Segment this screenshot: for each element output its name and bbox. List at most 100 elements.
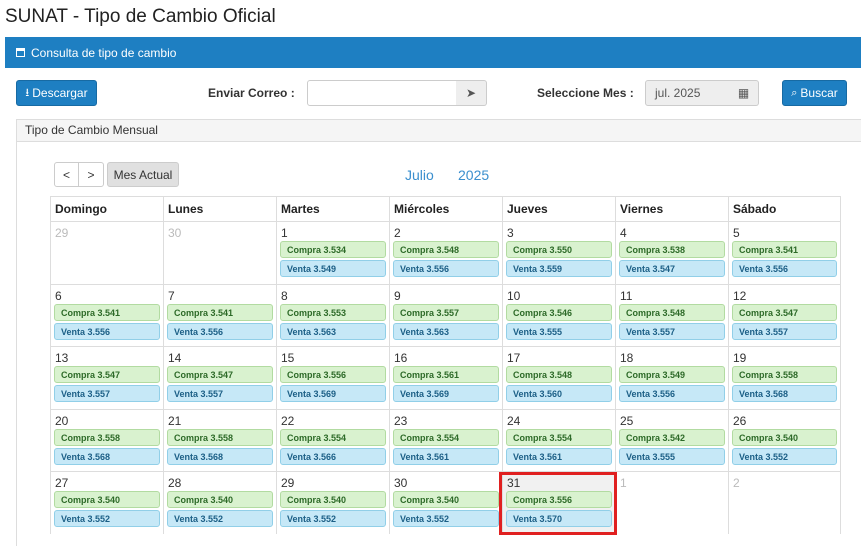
calendar-day-cell[interactable]: 9 Compra 3.557 Venta 3.563 [389,283,502,346]
calendar-day-cell[interactable]: 13 Compra 3.547 Venta 3.557 [50,346,163,409]
venta-rate-badge[interactable]: Venta 3.568 [167,447,273,465]
compra-rate-badge[interactable]: Compra 3.556 [506,491,612,508]
venta-rate-badge[interactable]: Venta 3.569 [393,385,499,402]
venta-rate-badge[interactable]: Venta 3.563 [393,322,499,340]
compra-rate-badge[interactable]: Compra 3.548 [393,241,499,258]
calendar-day-cell[interactable]: 10 Compra 3.546 Venta 3.555 [502,283,615,346]
venta-rate-badge[interactable]: Venta 3.569 [280,385,386,402]
compra-rate-badge[interactable]: Compra 3.553 [280,303,386,321]
calendar-day-cell[interactable]: 12 Compra 3.547 Venta 3.557 [728,283,841,346]
compra-rate-badge[interactable]: Compra 3.540 [393,491,499,508]
compra-rate-badge[interactable]: Compra 3.540 [167,491,273,508]
calendar-day-cell[interactable]: 16 Compra 3.561 Venta 3.569 [389,346,502,409]
compra-rate-badge[interactable]: Compra 3.540 [54,491,160,508]
compra-rate-badge[interactable]: Compra 3.538 [619,241,725,258]
compra-rate-badge[interactable]: Compra 3.557 [393,303,499,321]
venta-rate-badge[interactable]: Venta 3.556 [732,260,837,277]
calendar-day-cell[interactable]: 23 Compra 3.554 Venta 3.561 [389,408,502,471]
calendar-day-cell[interactable]: 1 [615,471,728,534]
compra-rate-badge[interactable]: Compra 3.547 [54,366,160,383]
venta-rate-badge[interactable]: Venta 3.556 [619,385,725,402]
prev-month-button[interactable]: < [54,162,79,187]
compra-rate-badge[interactable]: Compra 3.556 [280,366,386,383]
compra-rate-badge[interactable]: Compra 3.541 [54,303,160,321]
compra-rate-badge[interactable]: Compra 3.548 [619,303,725,321]
calendar-day-cell[interactable]: 15 Compra 3.556 Venta 3.569 [276,346,389,409]
compra-rate-badge[interactable]: Compra 3.547 [167,366,273,383]
venta-rate-badge[interactable]: Venta 3.549 [280,260,386,277]
venta-rate-badge[interactable]: Venta 3.561 [506,447,612,465]
compra-rate-badge[interactable]: Compra 3.561 [393,366,499,383]
month-picker-button[interactable]: ▦ [729,80,759,106]
calendar-day-cell[interactable]: 21 Compra 3.558 Venta 3.568 [163,408,276,471]
compra-rate-badge[interactable]: Compra 3.558 [167,428,273,446]
compra-rate-badge[interactable]: Compra 3.542 [619,428,725,446]
venta-rate-badge[interactable]: Venta 3.556 [393,260,499,277]
calendar-day-cell[interactable]: 29 Compra 3.540 Venta 3.552 [276,471,389,534]
calendar-day-cell[interactable]: 19 Compra 3.558 Venta 3.568 [728,346,841,409]
venta-rate-badge[interactable]: Venta 3.552 [280,510,386,527]
calendar-day-cell[interactable]: 30 Compra 3.540 Venta 3.552 [389,471,502,534]
next-month-button[interactable]: > [78,162,104,187]
venta-rate-badge[interactable]: Venta 3.557 [54,385,160,402]
calendar-day-cell[interactable]: 5 Compra 3.541 Venta 3.556 [728,221,841,284]
calendar-day-cell[interactable]: 28 Compra 3.540 Venta 3.552 [163,471,276,534]
venta-rate-badge[interactable]: Venta 3.568 [732,385,837,402]
compra-rate-badge[interactable]: Compra 3.550 [506,241,612,258]
calendar-day-cell[interactable]: 22 Compra 3.554 Venta 3.566 [276,408,389,471]
venta-rate-badge[interactable]: Venta 3.547 [619,260,725,277]
venta-rate-badge[interactable]: Venta 3.557 [619,322,725,340]
venta-rate-badge[interactable]: Venta 3.570 [506,510,612,527]
compra-rate-badge[interactable]: Compra 3.541 [167,303,273,321]
download-button[interactable]: ⭳ Descargar [16,80,97,106]
venta-rate-badge[interactable]: Venta 3.556 [167,322,273,340]
compra-rate-badge[interactable]: Compra 3.549 [619,366,725,383]
compra-rate-badge[interactable]: Compra 3.541 [732,241,837,258]
compra-rate-badge[interactable]: Compra 3.540 [280,491,386,508]
venta-rate-badge[interactable]: Venta 3.556 [54,322,160,340]
compra-rate-badge[interactable]: Compra 3.558 [54,428,160,446]
venta-rate-badge[interactable]: Venta 3.555 [619,447,725,465]
venta-rate-badge[interactable]: Venta 3.557 [732,322,837,340]
venta-rate-badge[interactable]: Venta 3.555 [506,322,612,340]
calendar-day-cell[interactable]: 1 Compra 3.534 Venta 3.549 [276,221,389,284]
calendar-day-cell[interactable]: 30 [163,221,276,284]
venta-rate-badge[interactable]: Venta 3.561 [393,447,499,465]
calendar-day-cell[interactable]: 6 Compra 3.541 Venta 3.556 [50,283,163,346]
venta-rate-badge[interactable]: Venta 3.552 [167,510,273,527]
calendar-day-cell[interactable]: 25 Compra 3.542 Venta 3.555 [615,408,728,471]
calendar-day-cell[interactable]: 18 Compra 3.549 Venta 3.556 [615,346,728,409]
calendar-day-cell[interactable]: 14 Compra 3.547 Venta 3.557 [163,346,276,409]
calendar-day-cell[interactable]: 26 Compra 3.540 Venta 3.552 [728,408,841,471]
venta-rate-badge[interactable]: Venta 3.552 [54,510,160,527]
compra-rate-badge[interactable]: Compra 3.554 [280,428,386,446]
calendar-day-cell[interactable]: 31 Compra 3.556 Venta 3.570 [502,471,615,534]
calendar-day-cell[interactable]: 29 [50,221,163,284]
search-button[interactable]: ⌕ Buscar [782,80,847,106]
venta-rate-badge[interactable]: Venta 3.563 [280,322,386,340]
venta-rate-badge[interactable]: Venta 3.552 [732,447,837,465]
calendar-day-cell[interactable]: 17 Compra 3.548 Venta 3.560 [502,346,615,409]
compra-rate-badge[interactable]: Compra 3.546 [506,303,612,321]
send-button[interactable]: ➤ [456,80,487,106]
calendar-day-cell[interactable]: 24 Compra 3.554 Venta 3.561 [502,408,615,471]
compra-rate-badge[interactable]: Compra 3.554 [506,428,612,446]
calendar-day-cell[interactable]: 2 Compra 3.548 Venta 3.556 [389,221,502,284]
compra-rate-badge[interactable]: Compra 3.548 [506,366,612,383]
compra-rate-badge[interactable]: Compra 3.547 [732,303,837,321]
email-field[interactable] [307,80,457,106]
month-field[interactable]: jul. 2025 [645,80,730,106]
calendar-day-cell[interactable]: 27 Compra 3.540 Venta 3.552 [50,471,163,534]
venta-rate-badge[interactable]: Venta 3.559 [506,260,612,277]
venta-rate-badge[interactable]: Venta 3.560 [506,385,612,402]
compra-rate-badge[interactable]: Compra 3.558 [732,366,837,383]
calendar-day-cell[interactable]: 3 Compra 3.550 Venta 3.559 [502,221,615,284]
current-month-button[interactable]: Mes Actual [107,162,179,187]
venta-rate-badge[interactable]: Venta 3.568 [54,447,160,465]
compra-rate-badge[interactable]: Compra 3.540 [732,428,837,446]
calendar-day-cell[interactable]: 11 Compra 3.548 Venta 3.557 [615,283,728,346]
calendar-day-cell[interactable]: 8 Compra 3.553 Venta 3.563 [276,283,389,346]
calendar-day-cell[interactable]: 20 Compra 3.558 Venta 3.568 [50,408,163,471]
compra-rate-badge[interactable]: Compra 3.554 [393,428,499,446]
calendar-day-cell[interactable]: 2 [728,471,841,534]
